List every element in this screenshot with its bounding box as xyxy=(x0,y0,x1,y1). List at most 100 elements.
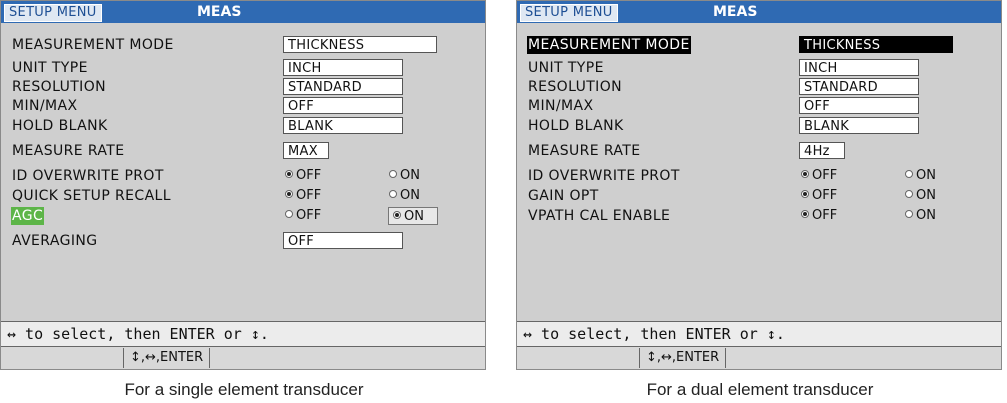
measurement-mode-value[interactable]: THICKNESS xyxy=(283,36,437,53)
radio-unselected-icon xyxy=(905,210,913,218)
id-overwrite-prot-off-option[interactable]: OFF xyxy=(281,167,325,185)
vpath-cal-enable-on-option[interactable]: ON xyxy=(901,207,940,225)
averaging-label: AVERAGING xyxy=(12,233,98,249)
radio-selected-icon xyxy=(801,210,809,218)
help-bar: ↔ to select, then ENTER or ↕. xyxy=(517,321,1001,347)
row-min-max[interactable]: MIN/MAX OFF xyxy=(1,96,485,116)
measurement-mode-value[interactable]: THICKNESS xyxy=(799,36,953,53)
min-max-value[interactable]: OFF xyxy=(799,97,919,114)
hold-blank-value[interactable]: BLANK xyxy=(799,117,919,134)
radio-selected-icon xyxy=(285,190,293,198)
row-measure-rate[interactable]: MEASURE RATE MAX xyxy=(1,141,485,161)
row-averaging[interactable]: AVERAGING OFF xyxy=(1,231,485,251)
help-text: ↔ to select, then ENTER or ↕. xyxy=(7,325,269,343)
min-max-label: MIN/MAX xyxy=(12,98,78,114)
id-overwrite-prot-off-option[interactable]: OFF xyxy=(797,167,841,185)
row-id-overwrite-prot[interactable]: ID OVERWRITE PROT OFF ON xyxy=(1,166,485,186)
resolution-value[interactable]: STANDARD xyxy=(283,78,403,95)
option-off-label: OFF xyxy=(812,168,838,183)
gain-opt-label: GAIN OPT xyxy=(528,188,599,204)
radio-unselected-icon xyxy=(285,210,293,218)
key-hint-text: ↕,↔,ENTER xyxy=(123,348,211,368)
resolution-value[interactable]: STANDARD xyxy=(799,78,919,95)
row-quick-setup-recall[interactable]: QUICK SETUP RECALL OFF ON xyxy=(1,186,485,206)
unit-type-label: UNIT TYPE xyxy=(12,60,88,76)
row-measurement-mode[interactable]: MEASUREMENT MODE THICKNESS xyxy=(517,35,1001,55)
parameter-list: MEASUREMENT MODE THICKNESS UNIT TYPE INC… xyxy=(1,23,485,321)
measure-rate-label: MEASURE RATE xyxy=(12,143,125,159)
row-resolution[interactable]: RESOLUTION STANDARD xyxy=(1,77,485,97)
measurement-mode-label-highlighted: MEASUREMENT MODE xyxy=(527,36,691,54)
measurement-mode-label: MEASUREMENT MODE xyxy=(12,37,174,53)
min-max-value[interactable]: OFF xyxy=(283,97,403,114)
radio-unselected-icon xyxy=(905,170,913,178)
hold-blank-label: HOLD BLANK xyxy=(528,118,624,134)
setup-menu-tab[interactable]: SETUP MENU xyxy=(4,4,102,22)
radio-unselected-icon xyxy=(389,190,397,198)
unit-type-value[interactable]: INCH xyxy=(283,59,403,76)
gain-opt-off-option[interactable]: OFF xyxy=(797,187,841,205)
unit-type-value[interactable]: INCH xyxy=(799,59,919,76)
measure-rate-value[interactable]: MAX xyxy=(283,142,329,159)
quick-setup-recall-off-option[interactable]: OFF xyxy=(281,187,325,205)
hold-blank-value[interactable]: BLANK xyxy=(283,117,403,134)
hold-blank-label: HOLD BLANK xyxy=(12,118,108,134)
meas-tab-title: MEAS xyxy=(197,4,242,20)
row-agc[interactable]: AGC OFF ON xyxy=(1,206,485,226)
parameter-list: MEASUREMENT MODE THICKNESS UNIT TYPE INC… xyxy=(517,23,1001,321)
radio-selected-icon xyxy=(285,170,293,178)
row-measurement-mode[interactable]: MEASUREMENT MODE THICKNESS xyxy=(1,35,485,55)
caption: For a single element transducer xyxy=(124,380,364,399)
id-overwrite-prot-label: ID OVERWRITE PROT xyxy=(528,168,680,184)
option-on-label: ON xyxy=(404,209,424,224)
row-hold-blank[interactable]: HOLD BLANK BLANK xyxy=(517,116,1001,136)
setup-menu-tab[interactable]: SETUP MENU xyxy=(520,4,618,22)
radio-unselected-icon xyxy=(905,190,913,198)
key-hint-text: ↕,↔,ENTER xyxy=(639,348,727,368)
agc-label-highlighted: AGC xyxy=(11,207,45,225)
option-off-label: OFF xyxy=(296,188,322,203)
radio-unselected-icon xyxy=(389,170,397,178)
radio-selected-icon xyxy=(393,211,401,219)
panel-dual-element: SETUP MENU MEAS MEASUREMENT MODE THICKNE… xyxy=(516,0,1004,399)
id-overwrite-prot-on-option[interactable]: ON xyxy=(901,167,940,185)
key-hint-bar: ↕,↔,ENTER xyxy=(517,347,1001,369)
unit-type-label: UNIT TYPE xyxy=(528,60,604,76)
row-unit-type[interactable]: UNIT TYPE INCH xyxy=(517,58,1001,78)
vpath-cal-enable-off-option[interactable]: OFF xyxy=(797,207,841,225)
title-bar: SETUP MENU MEAS xyxy=(517,1,1001,23)
id-overwrite-prot-on-option[interactable]: ON xyxy=(385,167,424,185)
agc-on-option[interactable]: ON xyxy=(388,207,438,225)
row-measure-rate[interactable]: MEASURE RATE 4Hz xyxy=(517,141,1001,161)
row-resolution[interactable]: RESOLUTION STANDARD xyxy=(517,77,1001,97)
option-on-label: ON xyxy=(400,188,420,203)
help-bar: ↔ to select, then ENTER or ↕. xyxy=(1,321,485,347)
agc-off-option[interactable]: OFF xyxy=(281,207,325,225)
id-overwrite-prot-label: ID OVERWRITE PROT xyxy=(12,168,164,184)
option-on-label: ON xyxy=(400,168,420,183)
key-hint-bar: ↕,↔,ENTER xyxy=(1,347,485,369)
row-unit-type[interactable]: UNIT TYPE INCH xyxy=(1,58,485,78)
option-off-label: OFF xyxy=(296,208,322,223)
measure-rate-value[interactable]: 4Hz xyxy=(799,142,845,159)
gain-opt-on-option[interactable]: ON xyxy=(901,187,940,205)
radio-selected-icon xyxy=(801,170,809,178)
panel-single-element: SETUP MENU MEAS MEASUREMENT MODE THICKNE… xyxy=(0,0,488,399)
option-off-label: OFF xyxy=(812,208,838,223)
row-id-overwrite-prot[interactable]: ID OVERWRITE PROT OFF ON xyxy=(517,166,1001,186)
resolution-label: RESOLUTION xyxy=(12,79,107,95)
row-min-max[interactable]: MIN/MAX OFF xyxy=(517,96,1001,116)
title-bar: SETUP MENU MEAS xyxy=(1,1,485,23)
row-hold-blank[interactable]: HOLD BLANK BLANK xyxy=(1,116,485,136)
meas-tab-title: MEAS xyxy=(713,4,758,20)
averaging-value[interactable]: OFF xyxy=(283,232,403,249)
caption: For a dual element transducer xyxy=(646,380,874,399)
setup-menu-screen: SETUP MENU MEAS MEASUREMENT MODE THICKNE… xyxy=(0,0,486,370)
row-gain-opt[interactable]: GAIN OPT OFF ON xyxy=(517,186,1001,206)
radio-selected-icon xyxy=(801,190,809,198)
vpath-cal-enable-label: VPATH CAL ENABLE xyxy=(528,208,671,224)
measure-rate-label: MEASURE RATE xyxy=(528,143,641,159)
option-on-label: ON xyxy=(916,188,936,203)
row-vpath-cal-enable[interactable]: VPATH CAL ENABLE OFF ON xyxy=(517,206,1001,226)
quick-setup-recall-on-option[interactable]: ON xyxy=(385,187,424,205)
